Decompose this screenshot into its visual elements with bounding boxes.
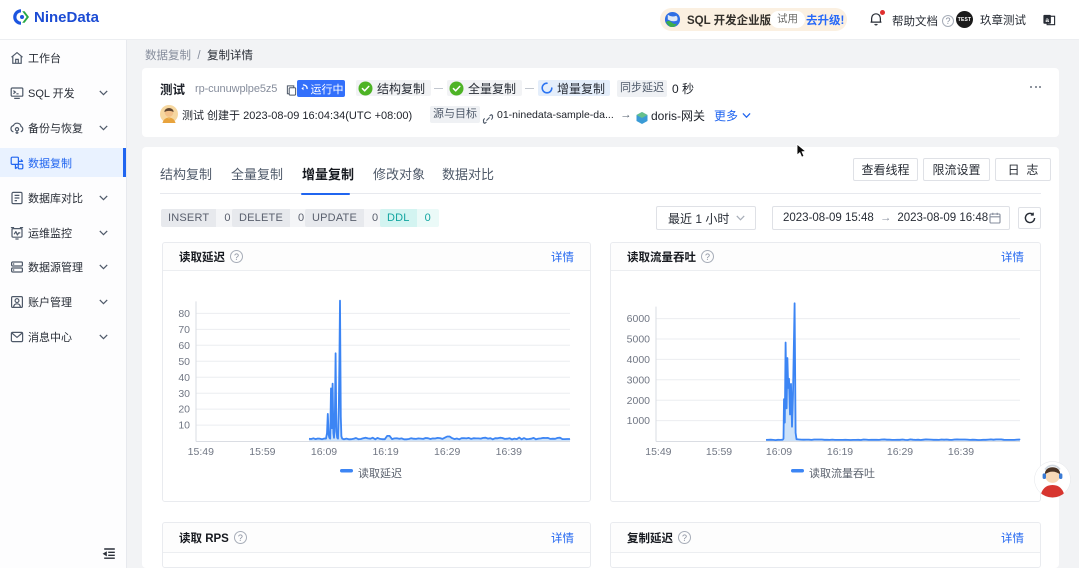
svg-text:6000: 6000 (627, 313, 651, 325)
svg-text:4000: 4000 (627, 354, 651, 366)
svg-text:80: 80 (178, 308, 190, 320)
svg-text:16:09: 16:09 (311, 446, 337, 458)
svg-text:15:59: 15:59 (706, 446, 732, 458)
svg-text:70: 70 (178, 324, 190, 336)
svg-text:16:39: 16:39 (948, 446, 974, 458)
svg-text:16:19: 16:19 (372, 446, 398, 458)
svg-text:5000: 5000 (627, 334, 651, 346)
svg-text:16:09: 16:09 (766, 446, 792, 458)
svg-text:10: 10 (178, 420, 190, 432)
svg-text:16:29: 16:29 (434, 446, 460, 458)
svg-text:16:19: 16:19 (827, 446, 853, 458)
svg-text:60: 60 (178, 340, 190, 352)
svg-text:2000: 2000 (627, 395, 651, 407)
svg-text:读取流量吞吐: 读取流量吞吐 (809, 466, 875, 480)
svg-text:16:29: 16:29 (887, 446, 913, 458)
svg-text:40: 40 (178, 372, 190, 384)
svg-text:30: 30 (178, 388, 190, 400)
svg-text:50: 50 (178, 356, 190, 368)
svg-text:3000: 3000 (627, 374, 651, 386)
svg-text:20: 20 (178, 404, 190, 416)
svg-text:1000: 1000 (627, 415, 651, 427)
svg-text:a: a (1045, 17, 1049, 24)
svg-text:读取延迟: 读取延迟 (358, 466, 402, 480)
svg-text:15:49: 15:49 (188, 446, 214, 458)
svg-text:16:39: 16:39 (496, 446, 522, 458)
svg-text:15:49: 15:49 (645, 446, 671, 458)
svg-text:15:59: 15:59 (249, 446, 275, 458)
